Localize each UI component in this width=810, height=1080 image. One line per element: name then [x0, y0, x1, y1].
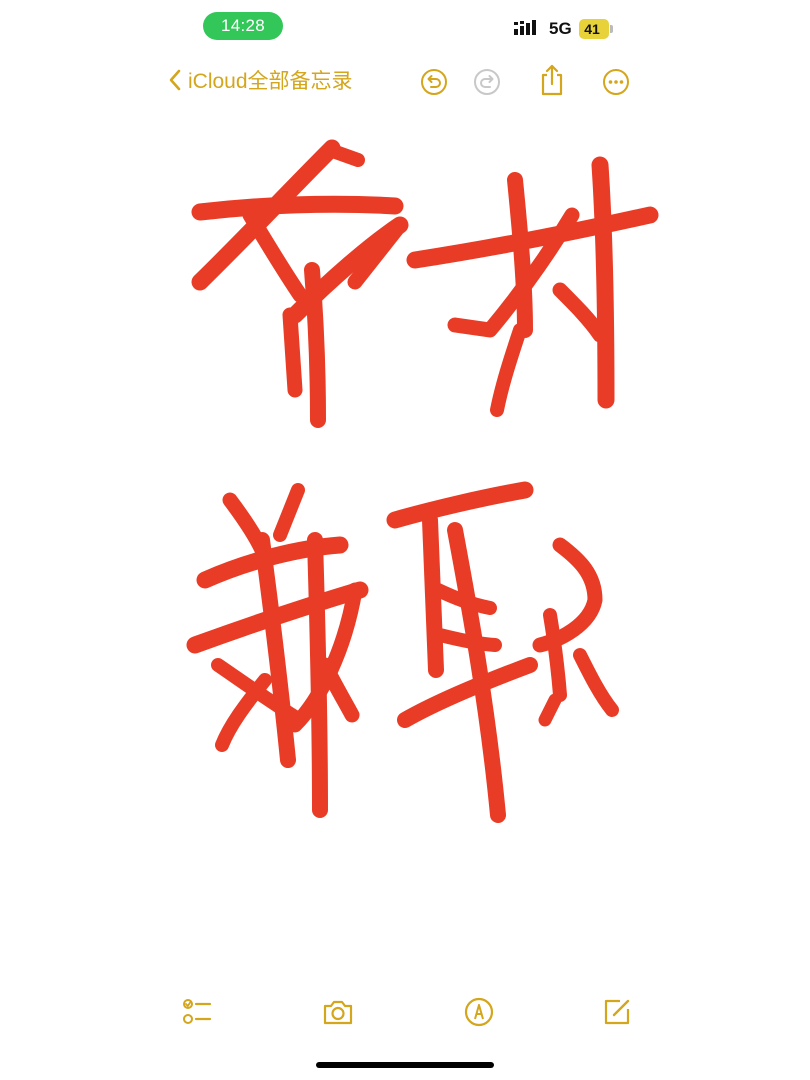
battery-percent: 41 — [584, 21, 600, 37]
share-icon[interactable] — [537, 63, 567, 97]
cellular-signal-icon — [514, 20, 536, 35]
markup-icon[interactable] — [462, 995, 496, 1029]
back-button[interactable]: iCloud全部备忘录 — [168, 65, 353, 95]
redo-icon[interactable] — [472, 67, 502, 97]
checklist-icon[interactable] — [180, 995, 214, 1029]
compose-icon[interactable] — [600, 995, 634, 1029]
nav-bar: iCloud全部备忘录 — [0, 55, 810, 109]
handwritten-char-jian — [186, 483, 369, 818]
undo-icon[interactable] — [419, 67, 449, 97]
camera-icon[interactable] — [321, 995, 355, 1029]
bottom-toolbar — [0, 995, 810, 1035]
battery-icon: 41 — [579, 19, 613, 39]
network-type: 5G — [549, 19, 572, 38]
handwritten-char-chen — [406, 156, 659, 417]
handwritten-drawing — [186, 139, 659, 823]
home-indicator[interactable] — [316, 1062, 494, 1068]
chevron-left-icon — [169, 69, 181, 91]
handwritten-char-zhi — [386, 481, 619, 823]
status-bar: 14:28 5G 41 — [0, 0, 810, 54]
status-time: 14:28 — [203, 12, 283, 40]
back-button-label: iCloud全部备忘录 — [188, 70, 353, 93]
note-drawing-canvas[interactable]: 布衬 兼职 — [0, 120, 810, 980]
handwritten-char-bu — [191, 139, 409, 428]
battery-cap — [610, 25, 613, 33]
more-icon[interactable] — [601, 67, 631, 97]
